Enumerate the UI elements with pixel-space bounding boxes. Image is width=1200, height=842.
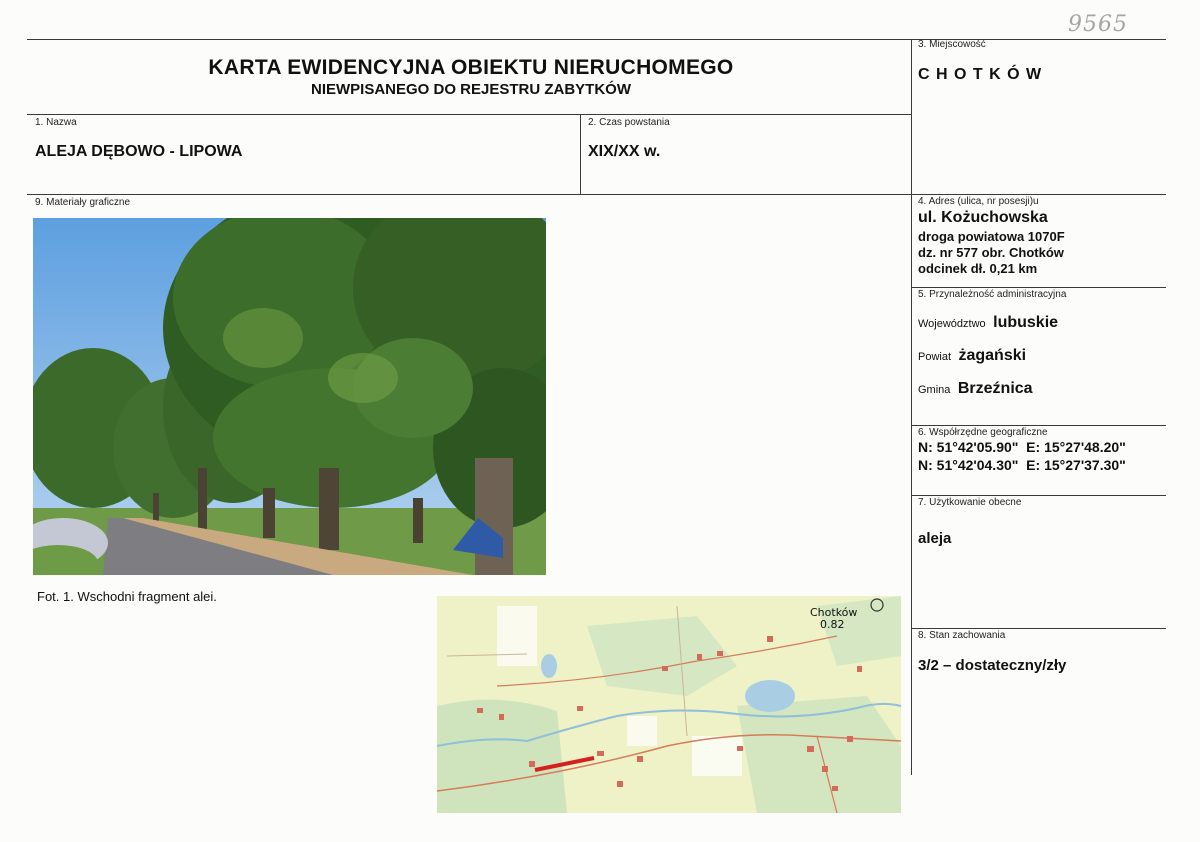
adres-length: odcinek dł. 0,21 km xyxy=(918,261,1038,276)
powiat-label: Powiat xyxy=(918,351,952,363)
wspolrzedne-label: 6. Współrzędne geograficzne xyxy=(918,427,1048,438)
wspolrzedne-row-1: N: 51°42'05.90" E: 15°27'48.20" xyxy=(918,439,1126,455)
stan-value: 3/2 – dostateczny/zły xyxy=(918,657,1067,674)
section-divider-right xyxy=(911,194,1166,195)
adres-road: droga powiatowa 1070F xyxy=(918,229,1065,244)
przynaleznosc-label: 5. Przynależność administracyjna xyxy=(918,289,1067,300)
wspolrzedne-row-2: N: 51°42'04.30" E: 15°27'37.30" xyxy=(918,457,1126,473)
wojewodztwo-value: lubuskie xyxy=(993,314,1059,331)
divider-5 xyxy=(911,287,1166,288)
powiat-value: żagański xyxy=(958,347,1027,364)
czas-label: 2. Czas powstania xyxy=(588,117,670,128)
page-title: KARTA EWIDENCYJNA OBIEKTU NIERUCHOMEGO xyxy=(208,56,734,79)
divider-6 xyxy=(911,425,1166,426)
adres-label: 4. Adres (ulica, nr posesji)u xyxy=(918,196,1039,207)
alley-photo xyxy=(33,218,546,575)
adres-plot: dz. nr 577 obr. Chotków xyxy=(918,245,1064,260)
gmina-value: Brzeźnica xyxy=(957,380,1033,397)
uzytkowanie-value: aleja xyxy=(918,530,952,547)
materialy-label: 9. Materiały graficzne xyxy=(35,197,131,208)
wojewodztwo-row: Województwo lubuskie xyxy=(918,314,1058,332)
header-divider xyxy=(27,114,911,115)
divider-8 xyxy=(911,628,1166,629)
nazwa-label: 1. Nazwa xyxy=(35,117,77,128)
gmina-row: Gmina Brzeźnica xyxy=(918,380,1033,398)
handwritten-number: 9565 xyxy=(1068,12,1128,37)
top-border xyxy=(27,39,1166,40)
divider-7 xyxy=(911,495,1166,496)
uzytkowanie-label: 7. Użytkowanie obecne xyxy=(918,497,1022,508)
photo-caption: Fot. 1. Wschodni fragment alei. xyxy=(37,589,217,604)
gmina-label: Gmina xyxy=(918,384,951,396)
page-subtitle: NIEWPISANEGO DO REJESTRU ZABYTKÓW xyxy=(310,81,632,98)
wojewodztwo-label: Województwo xyxy=(918,318,986,330)
nazwa-value: ALEJA DĘBOWO - LIPOWA xyxy=(35,143,243,160)
nazwa-czas-separator xyxy=(580,114,581,194)
adres-street: ul. Kożuchowska xyxy=(918,209,1048,226)
section-divider-left xyxy=(27,194,911,195)
right-column-border xyxy=(911,39,912,775)
powiat-row: Powiat żagański xyxy=(918,347,1026,365)
czas-value: XIX/XX w. xyxy=(588,143,661,160)
miejscowosc-label: 3. Miejscowość xyxy=(918,39,986,50)
miejscowosc-value: C H O T K Ó W xyxy=(918,66,1043,83)
map-place-value: 0.82 xyxy=(820,618,845,631)
stan-label: 8. Stan zachowania xyxy=(918,630,1006,641)
